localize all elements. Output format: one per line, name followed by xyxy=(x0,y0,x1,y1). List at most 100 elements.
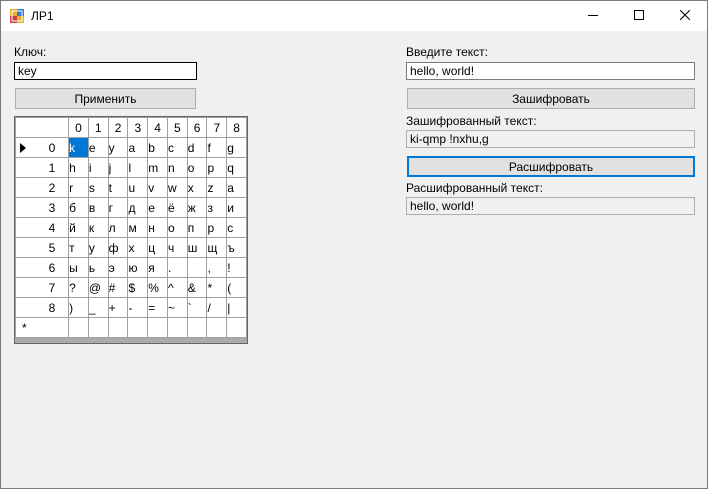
row-selector[interactable] xyxy=(15,137,36,158)
table-row[interactable]: 8) _ + - = ~ ` / | xyxy=(15,297,247,318)
grid-cell[interactable]: л xyxy=(107,217,129,238)
row-selector[interactable] xyxy=(15,197,36,218)
grid-cell[interactable]: ц xyxy=(147,237,168,258)
column-header-3[interactable]: 3 xyxy=(127,117,149,138)
grid-cell[interactable]: и xyxy=(226,197,247,218)
cipher-grid[interactable]: 0123456780keyabcdfg1hijlmnopq2rstuvwxza3… xyxy=(15,117,247,338)
grid-cell[interactable]: # xyxy=(107,277,129,298)
grid-cell[interactable]: ж xyxy=(186,197,208,218)
grid-cell[interactable]: v xyxy=(147,177,168,198)
grid-cell[interactable]: w xyxy=(166,177,188,198)
grid-cell[interactable]: e xyxy=(87,137,109,158)
grid-cell[interactable]: $ xyxy=(127,277,149,298)
grid-cell[interactable]: u xyxy=(127,177,149,198)
grid-cell[interactable]: г xyxy=(107,197,129,218)
row-selector[interactable] xyxy=(15,297,36,318)
grid-cell[interactable]: p xyxy=(206,157,228,178)
grid-cell[interactable]: б xyxy=(68,197,89,218)
grid-cell[interactable]: , xyxy=(206,257,228,278)
grid-cell[interactable]: ъ xyxy=(226,237,247,258)
grid-cell[interactable] xyxy=(127,317,149,338)
grid-cell[interactable]: t xyxy=(107,177,129,198)
grid-cell[interactable]: ? xyxy=(68,277,89,298)
grid-cell[interactable]: ф xyxy=(107,237,129,258)
column-header-0[interactable]: 0 xyxy=(68,117,89,138)
input-text-field[interactable]: hello, world! xyxy=(406,62,695,80)
grid-cell[interactable]: э xyxy=(107,257,129,278)
grid-cell[interactable] xyxy=(147,317,168,338)
grid-cell[interactable]: х xyxy=(127,237,149,258)
maximize-button[interactable] xyxy=(616,1,662,31)
key-input[interactable]: key xyxy=(14,62,197,80)
column-header-4[interactable]: 4 xyxy=(147,117,168,138)
grid-cell[interactable]: y xyxy=(107,137,129,158)
decrypt-button[interactable]: Расшифровать xyxy=(407,156,695,177)
grid-cell[interactable]: m xyxy=(147,157,168,178)
grid-cell[interactable] xyxy=(68,317,89,338)
grid-cell[interactable]: ^ xyxy=(166,277,188,298)
grid-cell[interactable]: % xyxy=(147,277,168,298)
row-header[interactable]: 7 xyxy=(35,277,70,298)
grid-cell[interactable]: k xyxy=(68,137,89,158)
grid-cell[interactable]: м xyxy=(127,217,149,238)
table-row[interactable]: 4йклмнопрс xyxy=(15,217,247,238)
grid-cell[interactable]: п xyxy=(186,217,208,238)
grid-cell[interactable]: j xyxy=(107,157,129,178)
table-row[interactable]: 0keyabcdfg xyxy=(15,137,247,158)
grid-cell[interactable]: ( xyxy=(226,277,247,298)
grid-cell[interactable]: c xyxy=(166,137,188,158)
grid-cell[interactable]: f xyxy=(206,137,228,158)
table-row[interactable]: 5туфхцчшщъ xyxy=(15,237,247,258)
grid-cell[interactable]: i xyxy=(87,157,109,178)
row-selector[interactable] xyxy=(15,277,36,298)
grid-cell[interactable]: / xyxy=(206,297,228,318)
grid-cell[interactable]: z xyxy=(206,177,228,198)
row-header[interactable]: 5 xyxy=(35,237,70,258)
grid-cell[interactable]: у xyxy=(87,237,109,258)
grid-cell[interactable]: q xyxy=(226,157,247,178)
grid-cell[interactable]: g xyxy=(226,137,247,158)
row-header[interactable] xyxy=(35,317,70,338)
grid-cell[interactable]: _ xyxy=(87,297,109,318)
grid-cell[interactable] xyxy=(226,317,247,338)
grid-cell[interactable] xyxy=(87,317,109,338)
table-row[interactable]: 7? @ # $% ^ & *( xyxy=(15,277,247,298)
row-header[interactable]: 0 xyxy=(35,137,70,158)
grid-cell[interactable]: | xyxy=(226,297,247,318)
grid-cell[interactable] xyxy=(186,317,208,338)
grid-cell[interactable]: з xyxy=(206,197,228,218)
grid-cell[interactable]: - xyxy=(127,297,149,318)
grid-cell[interactable]: е xyxy=(147,197,168,218)
grid-cell[interactable]: s xyxy=(87,177,109,198)
grid-cell[interactable]: r xyxy=(68,177,89,198)
grid-cell[interactable]: н xyxy=(147,217,168,238)
column-header-1[interactable]: 1 xyxy=(87,117,109,138)
grid-cell[interactable]: ь xyxy=(87,257,109,278)
grid-cell[interactable]: т xyxy=(68,237,89,258)
row-header[interactable]: 6 xyxy=(35,257,70,278)
grid-cell[interactable]: ю xyxy=(127,257,149,278)
column-header-7[interactable]: 7 xyxy=(206,117,228,138)
grid-cell[interactable]: x xyxy=(186,177,208,198)
grid-cell[interactable]: l xyxy=(127,157,149,178)
grid-cell[interactable]: o xyxy=(186,157,208,178)
row-header[interactable]: 2 xyxy=(35,177,70,198)
row-selector[interactable] xyxy=(15,217,36,238)
minimize-button[interactable] xyxy=(570,1,616,31)
grid-cell[interactable] xyxy=(166,317,188,338)
grid-cell[interactable]: & xyxy=(186,277,208,298)
grid-cell[interactable] xyxy=(107,317,129,338)
table-row[interactable]: 6ыьэюя. ,! xyxy=(15,257,247,278)
grid-cell[interactable]: к xyxy=(87,217,109,238)
title-bar[interactable]: ЛР1 xyxy=(1,1,707,31)
grid-cell[interactable]: ы xyxy=(68,257,89,278)
close-button[interactable] xyxy=(662,1,708,31)
new-row[interactable]: * xyxy=(15,317,247,338)
grid-cell[interactable] xyxy=(186,257,208,278)
grid-cell[interactable]: я xyxy=(147,257,168,278)
grid-cell[interactable]: д xyxy=(127,197,149,218)
grid-cell[interactable]: n xyxy=(166,157,188,178)
grid-cell[interactable]: р xyxy=(206,217,228,238)
row-selector[interactable] xyxy=(15,177,36,198)
grid-cell[interactable]: ч xyxy=(166,237,188,258)
